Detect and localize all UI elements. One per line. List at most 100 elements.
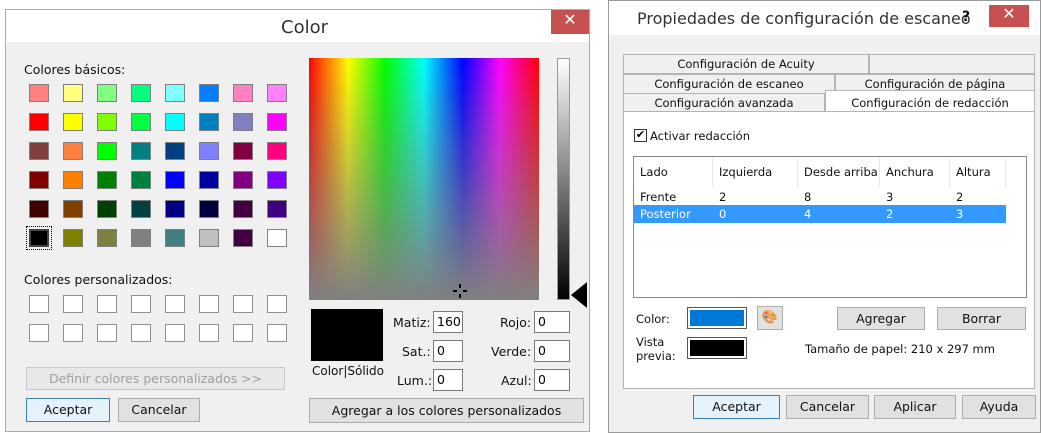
basic-color-swatch[interactable] xyxy=(165,171,185,189)
basic-color-swatch[interactable] xyxy=(131,142,151,160)
basic-color-swatch[interactable] xyxy=(267,229,287,247)
column-header-side[interactable]: Lado xyxy=(634,157,713,187)
apply-button[interactable]: Aplicar xyxy=(874,395,956,419)
custom-color-swatch[interactable] xyxy=(29,324,49,342)
ok-button[interactable]: Aceptar xyxy=(693,395,780,419)
basic-color-swatch[interactable] xyxy=(63,229,83,247)
basic-color-swatch[interactable] xyxy=(97,200,117,218)
custom-color-swatch[interactable] xyxy=(267,295,287,313)
basic-color-swatch[interactable] xyxy=(97,113,117,131)
custom-color-swatch[interactable] xyxy=(233,295,253,313)
column-header-height[interactable]: Altura xyxy=(950,157,1006,187)
custom-color-swatch[interactable] xyxy=(97,324,117,342)
cancel-button[interactable]: Cancelar xyxy=(118,398,200,422)
green-input[interactable]: 0 xyxy=(534,340,570,362)
basic-color-swatch[interactable] xyxy=(97,84,117,102)
cancel-button[interactable]: Cancelar xyxy=(786,395,869,419)
custom-color-swatch[interactable] xyxy=(267,324,287,342)
basic-color-swatch[interactable] xyxy=(199,200,219,218)
custom-color-swatch[interactable] xyxy=(131,295,151,313)
color-spectrum[interactable] xyxy=(309,58,539,300)
basic-color-swatch[interactable] xyxy=(199,113,219,131)
basic-color-swatch[interactable] xyxy=(199,84,219,102)
activate-redaction-checkbox[interactable]: ✔ xyxy=(634,129,647,142)
basic-color-swatch[interactable] xyxy=(233,84,253,102)
basic-color-swatch[interactable] xyxy=(165,113,185,131)
palette-icon[interactable]: 🎨 xyxy=(757,306,783,330)
basic-color-swatch[interactable] xyxy=(29,84,49,102)
basic-color-swatch[interactable] xyxy=(131,229,151,247)
blue-input[interactable]: 0 xyxy=(534,369,570,391)
custom-color-swatch[interactable] xyxy=(131,324,151,342)
lum-input[interactable]: 0 xyxy=(433,369,463,391)
basic-color-swatch[interactable] xyxy=(267,113,287,131)
tab-redaction-settings[interactable]: Configuración de redacción xyxy=(825,90,1035,113)
spectrum-crosshair-icon[interactable] xyxy=(453,284,467,298)
basic-color-swatch[interactable] xyxy=(131,84,151,102)
basic-color-swatch[interactable] xyxy=(63,84,83,102)
basic-color-swatch[interactable] xyxy=(29,142,49,160)
custom-color-swatch[interactable] xyxy=(165,324,185,342)
add-to-custom-colors-button[interactable]: Agregar a los colores personalizados xyxy=(309,398,584,423)
close-icon[interactable]: ✕ xyxy=(551,10,589,34)
basic-color-swatch[interactable] xyxy=(233,171,253,189)
tab-advanced-settings[interactable]: Configuración avanzada xyxy=(623,93,825,113)
basic-color-swatch[interactable] xyxy=(199,171,219,189)
ok-button[interactable]: Aceptar xyxy=(26,398,110,422)
basic-color-swatch[interactable] xyxy=(29,200,49,218)
custom-color-swatch[interactable] xyxy=(97,295,117,313)
column-header-from-top[interactable]: Desde arriba xyxy=(798,157,880,187)
basic-color-swatch[interactable] xyxy=(97,229,117,247)
table-row-selected[interactable]: Posterior 0 4 2 3 xyxy=(634,205,1006,223)
luminosity-arrow-icon[interactable] xyxy=(571,282,587,308)
basic-color-swatch[interactable] xyxy=(267,200,287,218)
basic-color-swatch[interactable] xyxy=(165,84,185,102)
tab-acuity-settings[interactable]: Configuración de Acuity xyxy=(623,54,869,74)
help-icon[interactable]: ? xyxy=(962,9,970,25)
close-icon[interactable]: ✕ xyxy=(989,5,1029,27)
basic-color-swatch[interactable] xyxy=(29,171,49,189)
basic-color-swatch[interactable] xyxy=(29,113,49,131)
column-header-width[interactable]: Anchura xyxy=(880,157,950,187)
column-header-left[interactable]: Izquierda xyxy=(713,157,798,187)
basic-color-swatch[interactable] xyxy=(131,200,151,218)
custom-color-swatch[interactable] xyxy=(63,295,83,313)
redaction-table[interactable]: Lado Izquierda Desde arriba Anchura Altu… xyxy=(633,156,1027,298)
custom-color-swatch[interactable] xyxy=(233,324,253,342)
basic-color-swatch[interactable] xyxy=(199,229,219,247)
help-button[interactable]: Ayuda xyxy=(962,395,1036,419)
basic-color-swatch[interactable] xyxy=(233,229,253,247)
basic-color-swatch[interactable] xyxy=(63,171,83,189)
custom-color-swatch[interactable] xyxy=(199,324,219,342)
redaction-color-swatch[interactable] xyxy=(687,307,747,329)
delete-button[interactable]: Borrar xyxy=(937,307,1026,330)
basic-color-swatch[interactable] xyxy=(267,84,287,102)
add-button[interactable]: Agregar xyxy=(837,307,925,330)
basic-color-swatch[interactable] xyxy=(63,200,83,218)
basic-color-swatch[interactable] xyxy=(165,142,185,160)
basic-color-swatch[interactable] xyxy=(131,113,151,131)
hue-input[interactable]: 160 xyxy=(433,311,463,333)
basic-color-swatch[interactable] xyxy=(131,171,151,189)
sat-input[interactable]: 0 xyxy=(433,340,463,362)
red-input[interactable]: 0 xyxy=(534,311,570,333)
custom-color-swatch[interactable] xyxy=(199,295,219,313)
basic-color-swatch[interactable] xyxy=(199,142,219,160)
table-row[interactable]: Frente 2 8 3 2 xyxy=(634,188,1006,206)
basic-color-swatch[interactable] xyxy=(97,142,117,160)
basic-color-swatch[interactable] xyxy=(63,113,83,131)
basic-color-swatch[interactable] xyxy=(233,142,253,160)
basic-color-swatch[interactable] xyxy=(97,171,117,189)
basic-color-swatch[interactable] xyxy=(165,200,185,218)
custom-color-swatch[interactable] xyxy=(63,324,83,342)
custom-color-swatch[interactable] xyxy=(29,295,49,313)
tab-scan-settings[interactable]: Configuración de escaneo xyxy=(623,74,835,94)
basic-color-swatch[interactable] xyxy=(233,200,253,218)
basic-color-swatch[interactable] xyxy=(26,226,52,250)
basic-color-swatch[interactable] xyxy=(233,113,253,131)
basic-color-swatch[interactable] xyxy=(63,142,83,160)
basic-color-swatch[interactable] xyxy=(165,229,185,247)
basic-color-swatch[interactable] xyxy=(267,171,287,189)
define-custom-colors-button[interactable]: Definir colores personalizados >> xyxy=(26,367,285,390)
custom-color-swatch[interactable] xyxy=(165,295,185,313)
